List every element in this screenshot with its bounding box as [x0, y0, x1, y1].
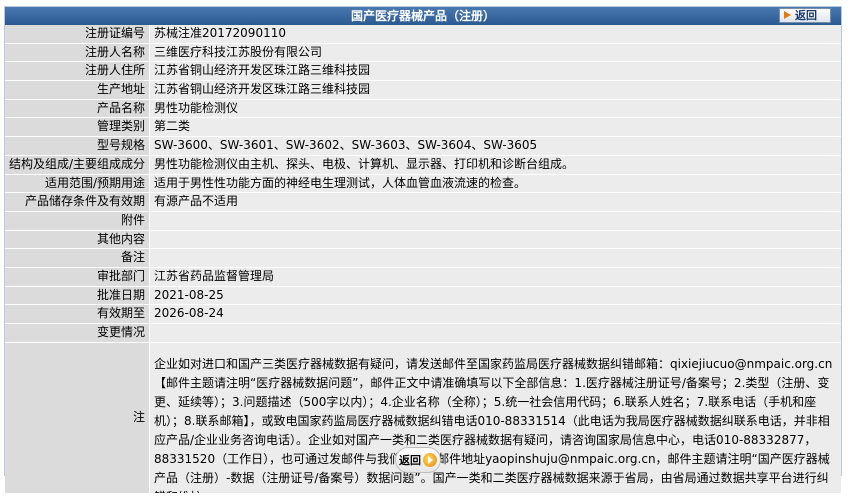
row-value: 江苏省药品监督管理局: [150, 267, 841, 286]
table-row: 结构及组成/主要组成成分 男性功能检测仪由主机、探头、电极、计算机、显示器、打印…: [5, 155, 841, 175]
table-row: 附件: [5, 211, 841, 231]
row-value: 男性功能检测仪: [150, 99, 841, 118]
table-row: 注册人住所 江苏省铜山经济开发区珠江路三维科技园: [5, 62, 841, 82]
row-label: 注册人住所: [5, 62, 150, 81]
row-label: 注册证编号: [5, 25, 150, 43]
row-label: 备注: [5, 249, 150, 267]
row-value: [150, 230, 841, 249]
row-value: 2021-08-25: [150, 286, 841, 305]
row-value: 苏械注准20172090110: [150, 25, 841, 43]
row-value: [150, 324, 841, 342]
row-label: 结构及组成/主要组成成分: [5, 155, 150, 174]
row-value: 江苏省铜山经济开发区珠江路三维科技园: [150, 81, 841, 99]
table-row: 批准日期 2021-08-25: [5, 286, 841, 306]
row-label: 型号规格: [5, 137, 150, 155]
table-row: 产品储存条件及有效期 有源产品不适用: [5, 193, 841, 212]
back-button-top[interactable]: 返回: [779, 8, 831, 23]
table-row: 产品名称 男性功能检测仪: [5, 99, 841, 119]
row-label: 管理类别: [5, 118, 150, 137]
table-row: 生产地址 江苏省铜山经济开发区珠江路三维科技园: [5, 81, 841, 100]
row-label: 附件: [5, 211, 150, 230]
row-value: [150, 211, 841, 230]
table-row: 管理类别 第二类: [5, 118, 841, 138]
info-table: 注册证编号 苏械注准20172090110 注册人名称 三维医疗科技江苏股份有限…: [5, 25, 841, 494]
arrow-right-icon: [784, 11, 791, 19]
back-button-bottom[interactable]: 返回: [395, 447, 441, 473]
table-row: 型号规格 SW-3600、SW-3601、SW-3602、SW-3603、SW-…: [5, 137, 841, 156]
row-label: 适用范围/预期用途: [5, 174, 150, 193]
back-button-bottom-label: 返回: [399, 454, 421, 467]
row-value: 男性功能检测仪由主机、探头、电极、计算机、显示器、打印机和诊断台组成。: [150, 155, 841, 174]
row-value: SW-3600、SW-3601、SW-3602、SW-3603、SW-3604、…: [150, 137, 841, 155]
row-label: 审批部门: [5, 267, 150, 286]
row-value: 有源产品不适用: [150, 193, 841, 211]
row-label: 注册人名称: [5, 43, 150, 62]
table-row: 其他内容: [5, 230, 841, 250]
row-value: 三维医疗科技江苏股份有限公司: [150, 43, 841, 62]
panel-header: 国产医疗器械产品（注册） 返回: [5, 7, 841, 25]
row-value: 第二类: [150, 118, 841, 137]
page-title: 国产医疗器械产品（注册）: [350, 9, 495, 23]
row-value: 2026-08-24: [150, 305, 841, 323]
row-value: 适用于男性性功能方面的神经电生理测试，人体血管血液流速的检查。: [150, 174, 841, 193]
row-label: 产品名称: [5, 99, 150, 118]
row-label: 其他内容: [5, 230, 150, 249]
table-row: 注册人名称 三维医疗科技江苏股份有限公司: [5, 43, 841, 63]
play-arrow-icon: [423, 453, 437, 467]
row-label: 变更情况: [5, 324, 150, 342]
table-row: 适用范围/预期用途 适用于男性性功能方面的神经电生理测试，人体血管血液流速的检查…: [5, 174, 841, 194]
detail-panel: 国产医疗器械产品（注册） 返回 注册证编号 苏械注准20172090110 注册…: [4, 6, 842, 494]
table-row: 备注: [5, 249, 841, 268]
table-row: 变更情况: [5, 324, 841, 343]
table-row: 审批部门 江苏省药品监督管理局: [5, 267, 841, 287]
row-value: 江苏省铜山经济开发区珠江路三维科技园: [150, 62, 841, 81]
note-label: 注: [5, 342, 150, 493]
row-label: 产品储存条件及有效期: [5, 193, 150, 211]
row-label: 生产地址: [5, 81, 150, 99]
table-row: 注册证编号 苏械注准20172090110: [5, 25, 841, 44]
row-value: [150, 249, 841, 267]
back-button-label: 返回: [795, 9, 817, 22]
row-label: 有效期至: [5, 305, 150, 323]
note-text: 企业如对进口和国产三类医疗器械数据有疑问，请发送邮件至国家药监局医疗器械数据纠错…: [150, 342, 841, 493]
row-label: 批准日期: [5, 286, 150, 305]
table-row: 有效期至 2026-08-24: [5, 305, 841, 324]
